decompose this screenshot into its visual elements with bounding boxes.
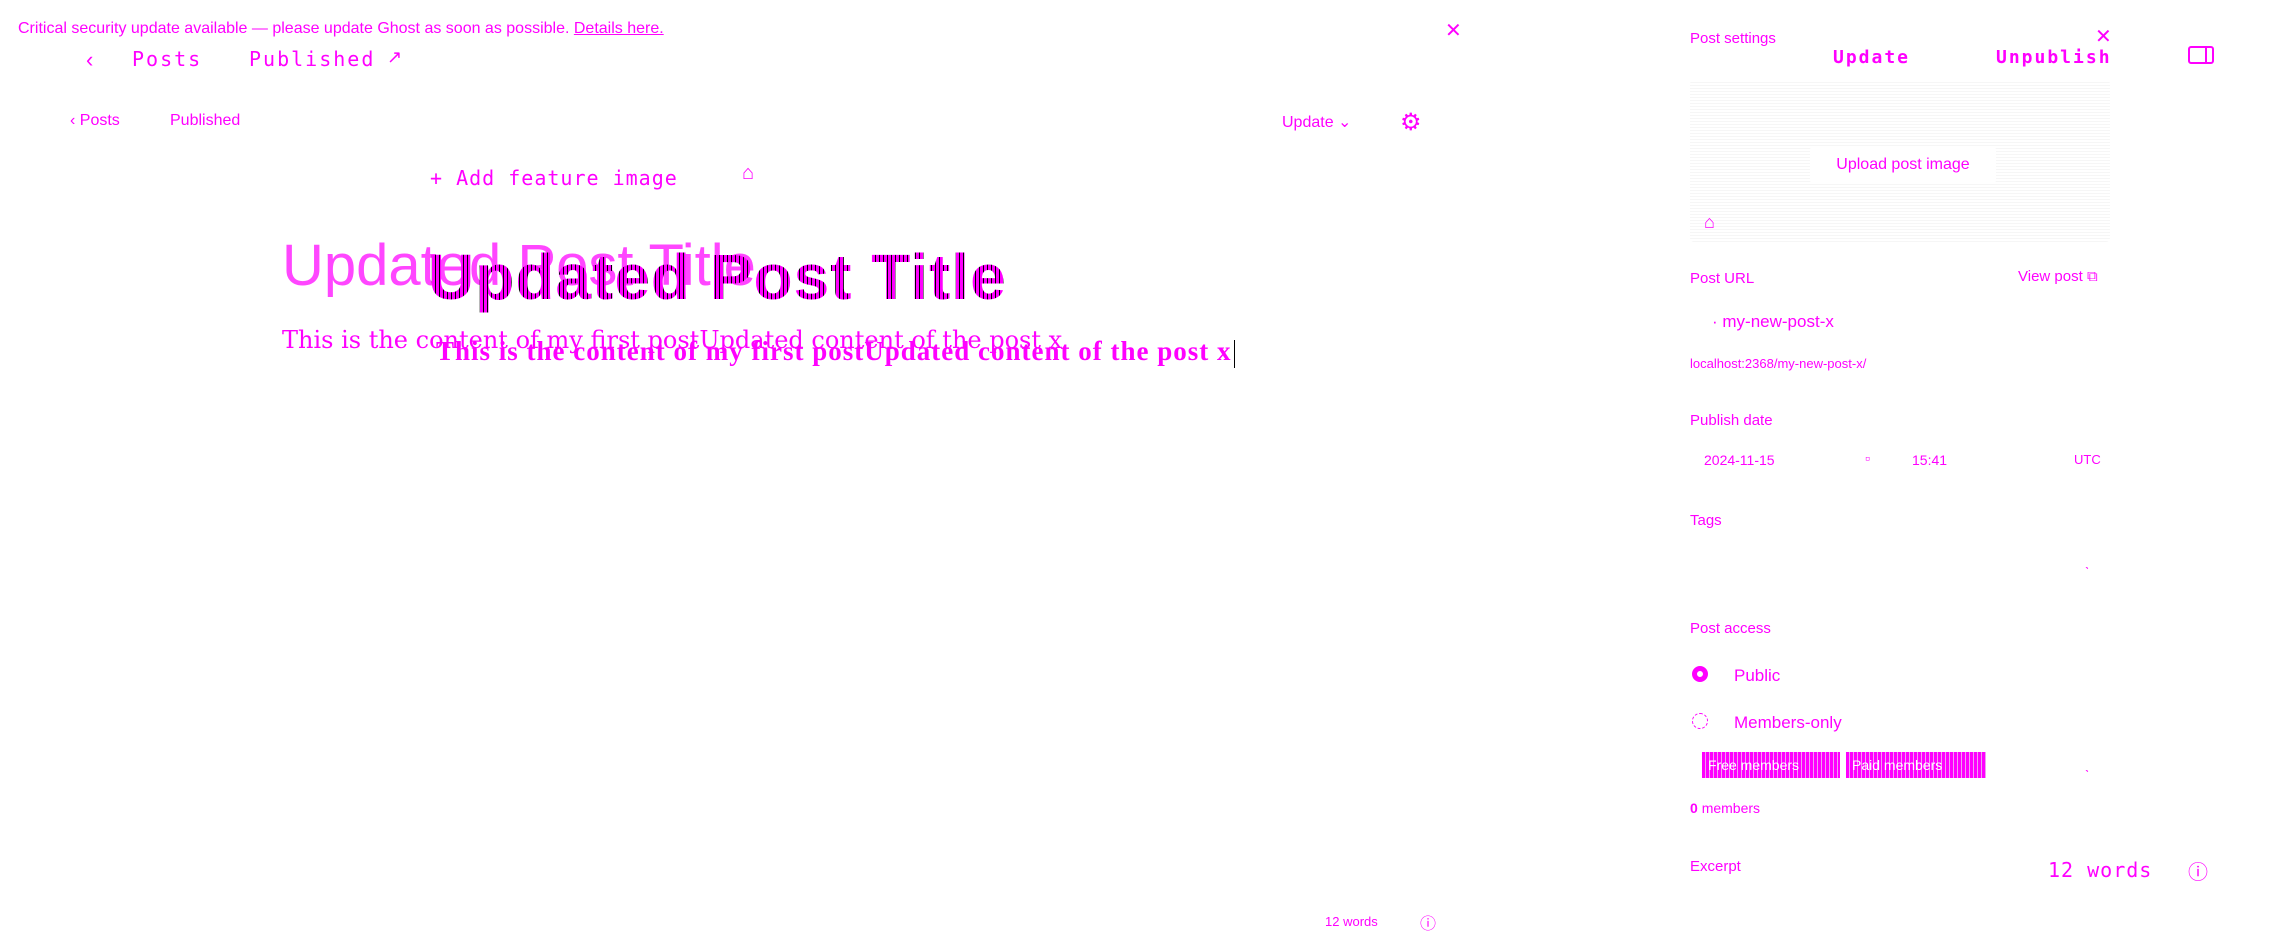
add-feature-image-button[interactable]: + Add feature image bbox=[430, 166, 678, 190]
public-radio[interactable] bbox=[1692, 666, 1708, 682]
view-post-link[interactable]: View post ⧉ bbox=[2018, 268, 2098, 285]
banner-details-link[interactable]: Details here. bbox=[574, 20, 664, 37]
tags-label: Tags bbox=[1690, 512, 1722, 529]
chevron-down-icon[interactable]: ˎ bbox=[2085, 756, 2090, 772]
question-icon[interactable]: ⓘ bbox=[1420, 910, 1436, 934]
panel-word-count: 12 words bbox=[2048, 858, 2153, 882]
close-icon[interactable]: ✕ bbox=[2095, 24, 2112, 49]
public-label[interactable]: Public bbox=[1734, 666, 1780, 686]
chevron-down-icon: ⌄ bbox=[1338, 114, 1352, 131]
header-published-status: Published bbox=[249, 47, 376, 71]
close-icon[interactable]: ✕ bbox=[1445, 18, 1462, 43]
post-body-text: This is the content of my first postUpda… bbox=[436, 336, 1232, 366]
publish-date-label: Publish date bbox=[1690, 412, 1773, 429]
back-to-posts-link[interactable]: ‹ Posts bbox=[70, 112, 120, 130]
post-title-input[interactable]: Updated Post Title bbox=[428, 240, 1007, 314]
post-status: Published bbox=[170, 112, 241, 129]
member-count: 0 members bbox=[1690, 800, 1760, 816]
post-url-label: Post URL bbox=[1690, 270, 1755, 287]
slug-value: my-new-post-x bbox=[1722, 312, 1834, 331]
update-banner: Critical security update available — ple… bbox=[18, 20, 664, 38]
text-caret bbox=[1233, 339, 1235, 368]
members-only-label[interactable]: Members-only bbox=[1734, 713, 1842, 733]
update-label: Update bbox=[1282, 114, 1334, 131]
chevron-left-icon: ‹ bbox=[70, 112, 80, 129]
update-dropdown-button[interactable]: Update ⌄ bbox=[1282, 112, 1351, 132]
member-count-label: members bbox=[1701, 800, 1761, 816]
calendar-icon[interactable]: ▫ bbox=[1865, 450, 1870, 466]
post-access-label: Post access bbox=[1690, 620, 1771, 637]
sidebar-toggle-icon[interactable] bbox=[2188, 46, 2214, 64]
tier-chip-free[interactable]: Free members bbox=[1702, 752, 1840, 778]
member-count-number: 0 bbox=[1690, 800, 1698, 816]
post-slug-input[interactable]: · my-new-post-x bbox=[1712, 312, 1834, 332]
question-icon[interactable]: ⓘ bbox=[2188, 856, 2208, 885]
word-count: 12 words bbox=[1325, 914, 1378, 929]
image-icon[interactable]: ⌂ bbox=[1704, 212, 1715, 233]
publish-date-input[interactable]: 2024-11-15 bbox=[1704, 452, 1775, 468]
upload-post-image-button[interactable]: Upload post image bbox=[1810, 146, 1996, 184]
gear-icon[interactable]: ⚙ bbox=[1400, 108, 1422, 137]
tier-chip-paid[interactable]: Paid members bbox=[1846, 752, 1986, 778]
post-settings-title: Post settings bbox=[1690, 30, 1776, 47]
post-body-editor[interactable]: This is the content of my first postUpda… bbox=[436, 336, 1235, 368]
back-label: Posts bbox=[79, 112, 120, 129]
post-full-url: localhost:2368/my-new-post-x/ bbox=[1690, 356, 1867, 371]
excerpt-label: Excerpt bbox=[1690, 858, 1741, 875]
pencil-icon: ↗ bbox=[387, 47, 403, 67]
link-icon: · bbox=[1712, 312, 1723, 331]
chevron-down-icon[interactable]: ˎ bbox=[2085, 553, 2090, 569]
publish-time-input[interactable]: 15:41 bbox=[1912, 452, 1947, 468]
view-post-label: View post bbox=[2018, 268, 2083, 285]
timezone-label: UTC bbox=[2074, 452, 2101, 467]
update-button[interactable]: Update bbox=[1833, 47, 1910, 68]
members-only-radio[interactable] bbox=[1692, 713, 1708, 729]
header-posts-link[interactable]: Posts bbox=[132, 47, 202, 71]
image-icon[interactable]: ⌂ bbox=[742, 162, 754, 185]
external-link-icon: ⧉ bbox=[2086, 268, 2098, 285]
unpublish-button[interactable]: Unpublish bbox=[1996, 47, 2112, 68]
chevron-left-icon[interactable]: ‹ bbox=[86, 47, 93, 73]
banner-message: Critical security update available — ple… bbox=[18, 20, 570, 37]
